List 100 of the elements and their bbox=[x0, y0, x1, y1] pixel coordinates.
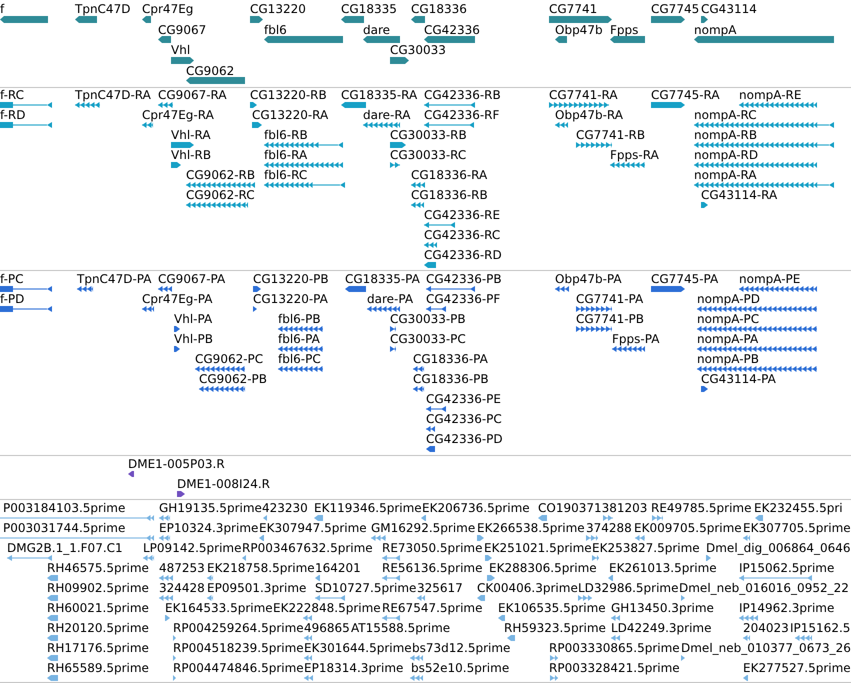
est-arrow[interactable] bbox=[259, 535, 264, 541]
transcript-arrow[interactable] bbox=[171, 162, 181, 168]
est-arrow[interactable] bbox=[173, 655, 176, 661]
est-arrow[interactable] bbox=[263, 515, 267, 521]
est-arrow[interactable] bbox=[477, 595, 485, 601]
est-arrow[interactable] bbox=[47, 655, 58, 661]
transcript-arrow[interactable] bbox=[651, 102, 685, 108]
transcript-name: CG18336-RB bbox=[411, 188, 488, 202]
est-name: 204023 bbox=[743, 621, 789, 635]
gene-arrow[interactable] bbox=[701, 16, 708, 22]
est-arrow[interactable] bbox=[477, 535, 484, 541]
protein-arrow[interactable] bbox=[345, 286, 366, 292]
transcript-arrow[interactable] bbox=[341, 102, 366, 108]
est-name: Dmel_neb_010377_0673_26 bbox=[681, 641, 851, 655]
est-arrow[interactable] bbox=[681, 655, 685, 661]
clone-arrow[interactable] bbox=[128, 471, 134, 477]
est-arrow[interactable] bbox=[681, 595, 685, 601]
transcript-name: fbl6-RA bbox=[264, 148, 308, 162]
est-arrow[interactable] bbox=[743, 535, 750, 541]
transcript-arrow[interactable] bbox=[390, 142, 406, 148]
gene-arrow[interactable] bbox=[158, 36, 171, 43]
gene-name: f bbox=[0, 2, 4, 16]
est-arrow[interactable] bbox=[608, 575, 613, 581]
est-arrow[interactable] bbox=[165, 615, 170, 621]
est-arrow[interactable] bbox=[498, 615, 505, 621]
est-arrow[interactable] bbox=[315, 575, 320, 581]
gene-arrow[interactable] bbox=[651, 16, 685, 22]
gene-arrow[interactable] bbox=[186, 77, 245, 84]
protein-arrow[interactable] bbox=[253, 306, 257, 312]
gene-arrow[interactable] bbox=[142, 16, 151, 22]
est-arrow[interactable] bbox=[242, 555, 246, 561]
est-arrow[interactable] bbox=[743, 635, 750, 641]
transcript-arrow[interactable] bbox=[694, 122, 834, 128]
est-name: SD10727.5prime bbox=[315, 581, 416, 595]
est-arrow[interactable] bbox=[421, 515, 426, 521]
protein-arrow[interactable] bbox=[426, 446, 435, 452]
est-arrow[interactable] bbox=[487, 575, 495, 581]
transcript-arrow[interactable] bbox=[171, 142, 194, 148]
protein-name: f-PC bbox=[0, 272, 24, 286]
protein-arrow[interactable] bbox=[701, 386, 708, 392]
protein-name: fbl6-PB bbox=[278, 312, 321, 326]
transcript-name: Cpr47Eg-RA bbox=[142, 108, 214, 122]
transcript-name: CG7745-RA bbox=[651, 88, 720, 102]
protein-arrow[interactable] bbox=[390, 346, 396, 352]
protein-arrow[interactable] bbox=[0, 306, 52, 312]
est-name: EK266538.5prime bbox=[477, 521, 585, 535]
est-arrow[interactable] bbox=[592, 555, 599, 561]
gene-arrow[interactable] bbox=[390, 56, 409, 64]
est-arrow[interactable] bbox=[47, 675, 58, 681]
est-arrow[interactable] bbox=[743, 675, 748, 681]
est-arrow[interactable] bbox=[706, 555, 711, 561]
protein-arrow[interactable] bbox=[390, 326, 396, 332]
transcript-arrow[interactable] bbox=[0, 102, 52, 108]
est-arrow[interactable] bbox=[0, 535, 154, 541]
est-arrow[interactable] bbox=[207, 595, 213, 601]
transcript-arrow[interactable] bbox=[264, 182, 345, 188]
est-arrow[interactable] bbox=[538, 515, 547, 521]
est-arrow[interactable] bbox=[207, 575, 213, 581]
protein-arrow[interactable] bbox=[174, 346, 180, 352]
gene-arrow[interactable] bbox=[610, 36, 645, 43]
est-name: 164201 bbox=[315, 561, 361, 575]
transcript-arrow[interactable] bbox=[694, 142, 834, 148]
gene-arrow[interactable] bbox=[549, 16, 612, 22]
est-arrow[interactable] bbox=[485, 555, 492, 561]
protein-arrow[interactable] bbox=[253, 286, 261, 292]
est-arrow[interactable] bbox=[173, 675, 176, 681]
transcript-arrow[interactable] bbox=[0, 122, 52, 128]
est-arrow[interactable] bbox=[755, 515, 763, 521]
transcript-name: CG9067-RA bbox=[158, 88, 227, 102]
protein-name: CG43114-PA bbox=[701, 372, 776, 386]
est-arrow[interactable] bbox=[0, 515, 154, 521]
est-name: RP003328421.5prime bbox=[549, 661, 680, 675]
gene-arrow[interactable] bbox=[171, 56, 194, 64]
est-arrow[interactable] bbox=[47, 615, 58, 621]
clone-arrow[interactable] bbox=[177, 491, 185, 497]
gene-arrow[interactable] bbox=[424, 36, 475, 43]
transcript-arrow[interactable] bbox=[264, 142, 343, 148]
est-arrow[interactable] bbox=[47, 595, 58, 601]
est-arrow[interactable] bbox=[314, 515, 323, 521]
transcript-arrow[interactable] bbox=[701, 202, 708, 208]
gene-arrow[interactable] bbox=[75, 16, 97, 22]
gene-arrow[interactable] bbox=[341, 16, 364, 22]
transcript-arrow[interactable] bbox=[424, 262, 436, 268]
protein-arrow[interactable] bbox=[174, 326, 180, 332]
est-arrow[interactable] bbox=[173, 635, 176, 641]
gene-arrow[interactable] bbox=[555, 36, 567, 43]
gene-arrow[interactable] bbox=[411, 16, 425, 22]
transcript-arrow[interactable] bbox=[694, 182, 834, 188]
est-arrow[interactable] bbox=[47, 575, 58, 581]
gene-arrow[interactable] bbox=[363, 36, 400, 43]
gene-arrow[interactable] bbox=[0, 16, 48, 22]
transcript-arrow[interactable] bbox=[250, 102, 257, 108]
est-arrow[interactable] bbox=[47, 635, 58, 641]
est-arrow[interactable] bbox=[507, 635, 515, 641]
est-name: EK009705.5prime bbox=[634, 521, 742, 535]
transcript-arrow[interactable] bbox=[252, 122, 262, 128]
protein-arrow[interactable] bbox=[0, 286, 52, 292]
gene-arrow[interactable] bbox=[250, 16, 263, 22]
est-name: LD32986.5prime bbox=[578, 581, 679, 595]
protein-arrow[interactable] bbox=[651, 286, 685, 292]
